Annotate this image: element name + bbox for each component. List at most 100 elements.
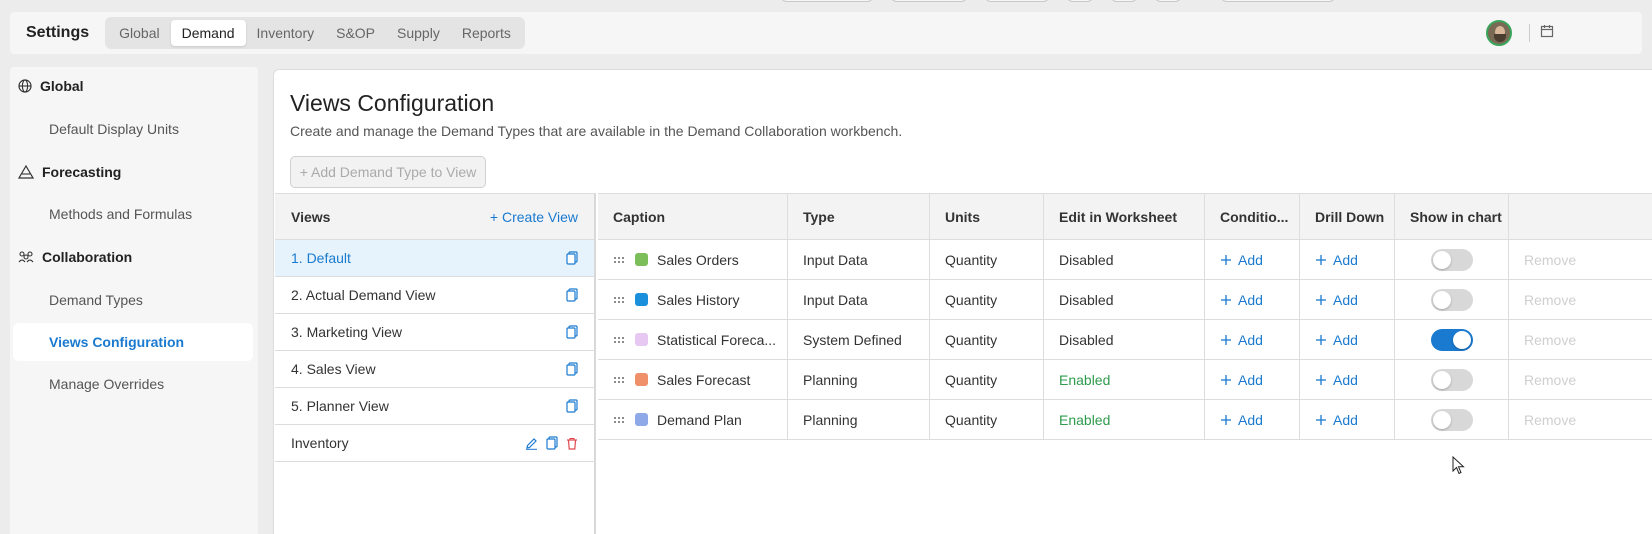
show-in-chart-toggle[interactable] xyxy=(1431,368,1473,391)
sidebar-section-global: Global xyxy=(18,76,84,96)
view-item[interactable]: Inventory xyxy=(275,425,594,462)
drag-handle-icon[interactable] xyxy=(613,256,625,264)
create-view-button[interactable]: + Create View xyxy=(490,209,578,225)
table-row[interactable]: Sales History Input Data Quantity Disabled A… xyxy=(598,280,1652,320)
view-item[interactable]: 5. Planner View xyxy=(275,388,594,425)
drag-handle-icon[interactable] xyxy=(613,416,625,424)
page-subtitle: Create and manage the Demand Types that … xyxy=(290,123,903,139)
avatar[interactable] xyxy=(1486,20,1512,46)
table-row[interactable]: Sales Forecast Planning Quantity Enabled Add… xyxy=(598,360,1652,400)
table-row[interactable]: Demand Plan Planning Quantity Enabled Add Add… xyxy=(598,400,1652,440)
units-cell: Quantity xyxy=(930,400,1044,439)
copy-icon[interactable] xyxy=(566,325,578,339)
table-row[interactable]: Statistical Foreca... System Defined Quant… xyxy=(598,320,1652,360)
caption-cell: Demand Plan xyxy=(598,400,788,439)
add-condition-button[interactable]: Add xyxy=(1220,292,1263,308)
edit-status-cell: Disabled xyxy=(1044,280,1205,319)
copy-icon[interactable] xyxy=(566,251,578,265)
show-in-chart-cell xyxy=(1395,320,1509,359)
add-drill-down-button[interactable]: Add xyxy=(1315,332,1358,348)
remove-button[interactable]: Remove xyxy=(1524,252,1576,268)
plus-icon xyxy=(1316,294,1326,305)
drag-handle-icon[interactable] xyxy=(613,336,625,344)
tab-global[interactable]: Global xyxy=(108,20,170,46)
calendar-icon[interactable] xyxy=(1540,24,1554,38)
plus-icon xyxy=(1221,294,1231,305)
add-label: Add xyxy=(1238,291,1263,308)
sidebar-item-demand-types[interactable]: Demand Types xyxy=(13,281,253,319)
add-drill-down-button[interactable]: Add xyxy=(1315,372,1358,388)
show-in-chart-toggle[interactable] xyxy=(1431,288,1473,311)
view-item-label: Inventory xyxy=(291,435,349,451)
add-condition-button[interactable]: Add xyxy=(1220,372,1263,388)
remove-button[interactable]: Remove xyxy=(1524,372,1576,388)
type-cell: Input Data xyxy=(788,240,930,279)
sidebar-item-views-configuration[interactable]: Views Configuration xyxy=(13,323,253,361)
add-condition-button[interactable]: Add xyxy=(1220,412,1263,428)
demand-types-grid: Caption Type Units Edit in Worksheet Con… xyxy=(598,193,1652,534)
remove-button[interactable]: Remove xyxy=(1524,292,1576,308)
grid-header-row: Caption Type Units Edit in Worksheet Con… xyxy=(598,194,1652,240)
sidebar-item-methods-formulas[interactable]: Methods and Formulas xyxy=(13,195,253,233)
edit-status-cell: Disabled xyxy=(1044,320,1205,359)
view-item[interactable]: 4. Sales View xyxy=(275,351,594,388)
top-control xyxy=(1110,0,1138,2)
type-cell: Input Data xyxy=(788,280,930,319)
table-row[interactable]: Sales Orders Input Data Quantity Disabled Ad… xyxy=(598,240,1652,280)
sidebar-section-forecasting: Forecasting xyxy=(18,162,121,182)
column-header-units[interactable]: Units xyxy=(930,194,1044,239)
column-header-drill-down[interactable]: Drill Down xyxy=(1300,194,1395,239)
tab-demand[interactable]: Demand xyxy=(170,20,246,46)
plus-icon xyxy=(1221,334,1231,345)
copy-icon[interactable] xyxy=(546,436,558,450)
show-in-chart-toggle[interactable] xyxy=(1431,248,1473,271)
add-condition-button[interactable]: Add xyxy=(1220,332,1263,348)
sidebar-item-default-display-units[interactable]: Default Display Units xyxy=(13,110,253,148)
tab-reports[interactable]: Reports xyxy=(451,20,522,46)
edit-icon[interactable] xyxy=(525,437,538,450)
column-header-conditions[interactable]: Conditio... xyxy=(1205,194,1300,239)
show-in-chart-toggle[interactable] xyxy=(1431,328,1473,351)
tab-sop[interactable]: S&OP xyxy=(325,20,386,46)
color-swatch xyxy=(635,413,648,426)
column-header-show-in-chart[interactable]: Show in chart xyxy=(1395,194,1509,239)
copy-icon[interactable] xyxy=(566,399,578,413)
remove-button[interactable]: Remove xyxy=(1524,412,1576,428)
tab-supply[interactable]: Supply xyxy=(386,20,451,46)
top-control xyxy=(984,0,1050,2)
main-panel: Views Configuration Create and manage th… xyxy=(273,69,1652,534)
add-condition-button[interactable]: Add xyxy=(1220,252,1263,268)
show-in-chart-cell xyxy=(1395,360,1509,399)
copy-icon[interactable] xyxy=(566,288,578,302)
delete-icon[interactable] xyxy=(566,437,578,450)
add-drill-down-button[interactable]: Add xyxy=(1315,412,1358,428)
tab-inventory[interactable]: Inventory xyxy=(246,20,326,46)
drag-handle-icon[interactable] xyxy=(613,376,625,384)
add-drill-down-button[interactable]: Add xyxy=(1315,292,1358,308)
add-label: Add xyxy=(1238,411,1263,428)
add-drill-down-button[interactable]: Add xyxy=(1315,252,1358,268)
plus-icon xyxy=(1221,414,1231,425)
sidebar-item-manage-overrides[interactable]: Manage Overrides xyxy=(13,365,253,403)
drill-down-cell: Add xyxy=(1300,360,1395,399)
column-header-edit-in-worksheet[interactable]: Edit in Worksheet xyxy=(1044,194,1205,239)
show-in-chart-toggle[interactable] xyxy=(1431,408,1473,431)
column-header-caption[interactable]: Caption xyxy=(598,194,788,239)
settings-sidebar: Global Default Display Units Forecasting… xyxy=(10,67,258,534)
add-demand-type-button[interactable]: + Add Demand Type to View xyxy=(290,156,486,188)
view-item[interactable]: 1. Default xyxy=(275,240,594,277)
actions-cell: Remove xyxy=(1509,240,1652,279)
drill-down-cell: Add xyxy=(1300,240,1395,279)
copy-icon[interactable] xyxy=(566,362,578,376)
actions-cell: Remove xyxy=(1509,400,1652,439)
drag-handle-icon[interactable] xyxy=(613,296,625,304)
units-cell: Quantity xyxy=(930,360,1044,399)
view-item[interactable]: 3. Marketing View xyxy=(275,314,594,351)
people-icon xyxy=(18,251,34,263)
remove-button[interactable]: Remove xyxy=(1524,332,1576,348)
column-header-type[interactable]: Type xyxy=(788,194,930,239)
add-label: Add xyxy=(1333,411,1358,428)
caption-label: Statistical Foreca... xyxy=(657,331,777,348)
show-in-chart-cell xyxy=(1395,240,1509,279)
view-item[interactable]: 2. Actual Demand View xyxy=(275,277,594,314)
